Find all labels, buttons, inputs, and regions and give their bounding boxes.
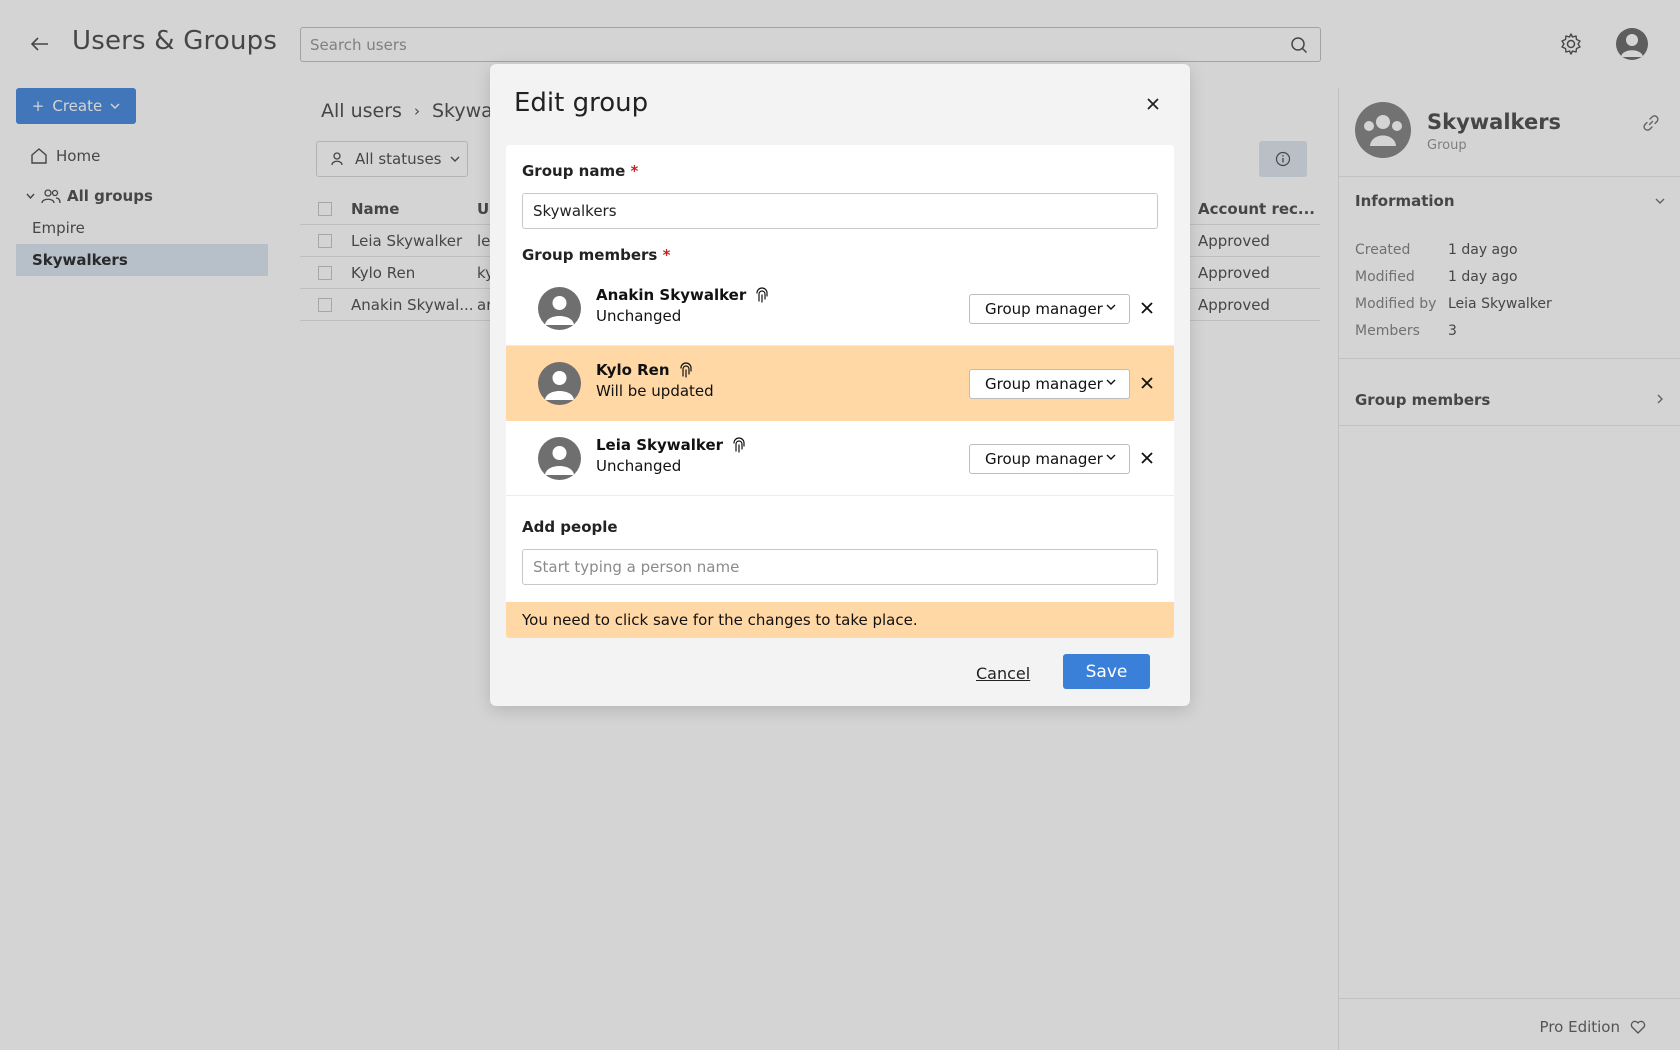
chevron-down-icon	[1106, 454, 1116, 460]
member-name-text: Anakin Skywalker	[596, 286, 747, 304]
member-row: Kylo Ren Will be updated Group manager	[506, 346, 1174, 421]
avatar	[538, 437, 581, 480]
member-row: Leia Skywalker Unchanged Group manager	[506, 421, 1174, 496]
remove-member-icon[interactable]	[1140, 301, 1154, 315]
member-name: Leia Skywalker	[596, 436, 747, 454]
fingerprint-icon	[733, 437, 745, 453]
dialog-title: Edit group	[514, 88, 649, 118]
dialog-body: Group name * Group members * Anakin Skyw…	[506, 145, 1174, 637]
chevron-down-icon	[1106, 304, 1116, 310]
role-select-value: Group manager	[985, 300, 1103, 318]
member-status: Unchanged	[596, 457, 682, 475]
group-members-label-text: Group members	[522, 246, 658, 264]
add-people-input[interactable]	[523, 550, 1157, 584]
group-name-label-text: Group name	[522, 162, 626, 180]
member-name: Anakin Skywalker	[596, 286, 770, 304]
edit-group-dialog: Edit group Group name * Group members * …	[490, 64, 1190, 706]
role-select[interactable]: Group manager	[969, 369, 1130, 399]
required-mark: *	[630, 162, 639, 180]
fingerprint-icon	[679, 362, 692, 378]
chevron-down-icon	[1106, 379, 1116, 385]
group-name-label: Group name *	[522, 162, 638, 180]
avatar	[538, 362, 581, 405]
unsaved-changes-notice: You need to click save for the changes t…	[506, 602, 1174, 638]
close-icon[interactable]	[1143, 94, 1163, 114]
group-name-field[interactable]	[522, 193, 1158, 229]
member-name-text: Leia Skywalker	[596, 436, 724, 454]
member-status: Unchanged	[596, 307, 682, 325]
remove-member-icon[interactable]	[1140, 451, 1154, 465]
remove-member-icon[interactable]	[1140, 376, 1154, 390]
member-name-text: Kylo Ren	[596, 361, 670, 379]
cancel-button[interactable]: Cancel	[976, 664, 1030, 683]
fingerprint-icon	[756, 287, 768, 303]
required-mark: *	[662, 246, 671, 264]
role-select[interactable]: Group manager	[969, 294, 1130, 324]
role-select-value: Group manager	[985, 450, 1103, 468]
avatar	[538, 287, 581, 330]
member-status: Will be updated	[596, 382, 714, 400]
add-people-label: Add people	[522, 518, 618, 536]
group-members-label: Group members *	[522, 246, 670, 264]
add-people-field[interactable]	[522, 549, 1158, 585]
member-name: Kylo Ren	[596, 361, 694, 379]
member-row: Anakin Skywalker Unchanged Group manager	[506, 271, 1174, 346]
role-select[interactable]: Group manager	[969, 444, 1130, 474]
role-select-value: Group manager	[985, 375, 1103, 393]
group-name-input[interactable]	[523, 194, 1157, 228]
save-button[interactable]: Save	[1063, 654, 1150, 689]
